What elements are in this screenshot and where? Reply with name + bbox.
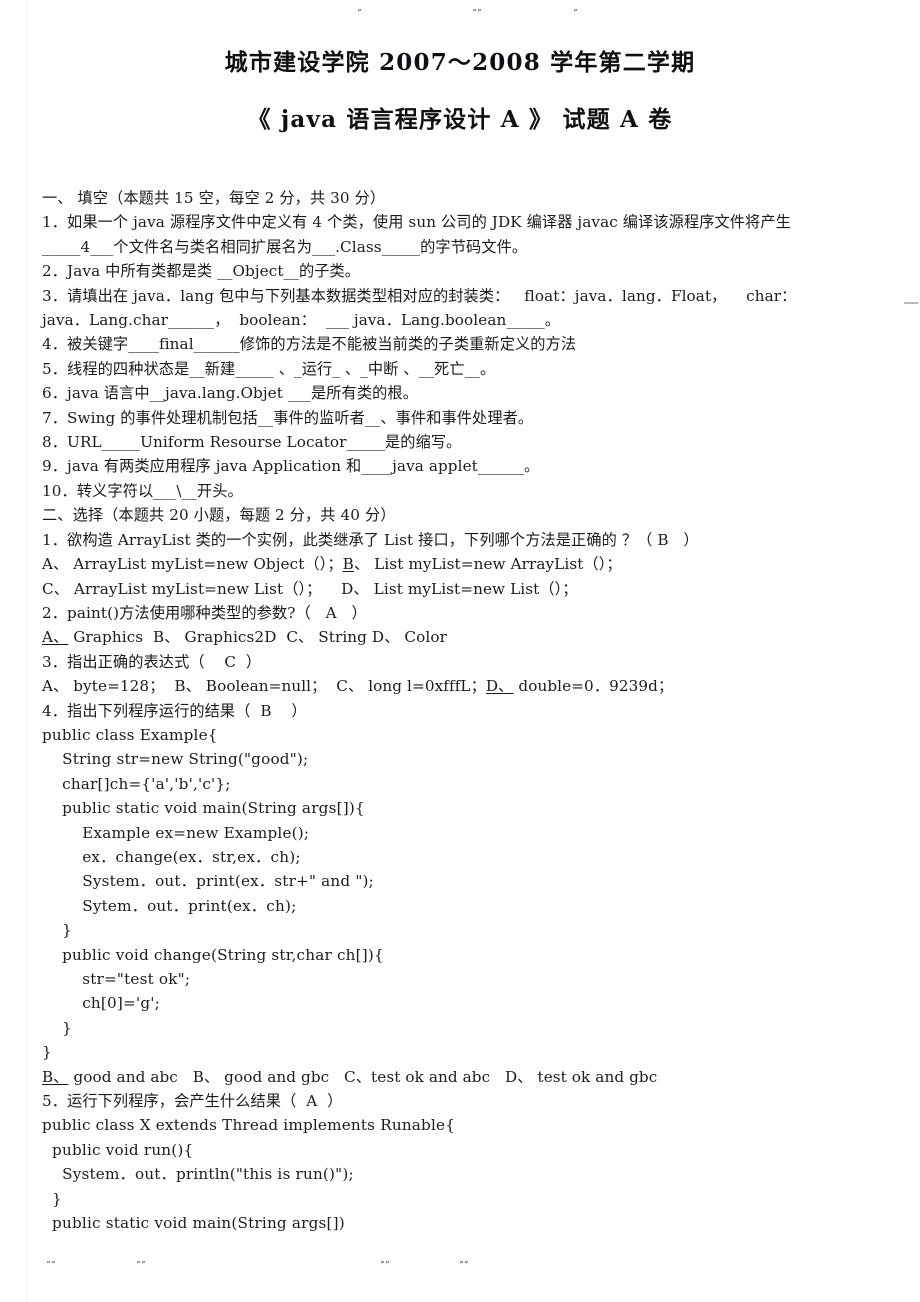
page-title: 城市建设学院 2007～2008 学年第二学期 [224,49,696,76]
mc-question-1-options-line-2: C、 ArrayList myList=new List（）； D、 List … [42,579,578,598]
code-line: public static void main(String args[]){ [42,799,365,818]
code-line: System．out．println("this is run()"); [42,1165,354,1184]
code-line: String str=new String("good"); [42,750,309,769]
code-line: public void run(){ [42,1140,194,1159]
section-one-heading: 一、 填空（本题共 15 空，每空 2 分，共 30 分） [42,189,386,207]
selected-option-letter: A、 [42,628,69,647]
code-line: public static void main(String args[]) [42,1214,345,1233]
mc-question-1-options-line-1: A、 ArrayList myList=new Object（）；B、 List… [42,552,886,576]
scan-artifact-top-3: ˮ [573,9,578,19]
scan-artifact-top-1: ˮ [357,9,362,19]
code-line: } [42,1018,72,1037]
code-line: Example ex=new Example(); [42,823,310,842]
mc-question-4-stem: 4．指出下列程序运行的结果（ B ） [42,701,307,720]
mc-question-2-stem: 2．paint()方法使用哪种类型的参数?（ A ） [42,603,367,622]
code-line: } [42,1043,52,1062]
selected-option-letter: D、 [485,677,514,696]
selected-option-letter: B [342,555,354,574]
code-line: } [42,1189,62,1208]
scan-artifact-bottom-4: ˮˮ [459,1261,469,1271]
fill-blank-item: 7．Swing 的事件处理机制包括__事件的监听者__、事件和事件处理者。 [42,408,534,427]
mc-question-3-options: A、 byte=128； B、 Boolean=null； C、 long l=… [42,674,886,698]
fill-blank-item: 8．URL_____Uniform Resourse Locator_____是… [42,433,462,452]
exam-body: 一、 填空（本题共 15 空，每空 2 分，共 30 分） 1．如果一个 jav… [42,186,886,1235]
option-text: A、 ArrayList myList=new Object（）； [42,555,343,574]
code-line: public class Example{ [42,725,218,744]
page-scan-edge [26,0,27,1302]
code-line: Sytem．out．print(ex．ch); [42,896,297,915]
fill-blank-item: 4．被关键字____final______修饰的方法是不能被当前类的子类重新定义… [42,335,577,354]
code-line: } [42,921,72,940]
selected-option-letter: B、 [42,1067,69,1086]
scan-artifact-bottom-1: ˮˮ [46,1261,56,1271]
mc-question-4-options: B、 good and abc B、 good and gbc C、test o… [42,1065,886,1089]
fill-blank-item: 6．java 语言中__java.lang.Objet ___是所有类的根。 [42,384,418,403]
fill-blank-item: 5．线程的四种状态是__新建_____ 、_运行_ 、_中断 、__死亡__。 [42,359,496,378]
fill-blank-item: _____4___个文件名与类名相同扩展名为___.Class_____的字节码… [42,237,528,256]
option-text: Graphics B、 Graphics2D C、 String D、 Colo… [68,628,447,647]
mc-question-3-stem: 3．指出正确的表达式（ C ） [42,652,262,671]
exam-paper-page: ˮ ˮˮ ˮ 城市建设学院 2007～2008 学年第二学期 《 java 语言… [0,0,920,1302]
code-line: ex．change(ex．str,ex．ch); [42,847,301,866]
fill-blank-item: 2．Java 中所有类都是类 __Object__的子类。 [42,262,361,281]
mc-question-2-options: A、 Graphics B、 Graphics2D C、 String D、 C… [42,625,886,649]
code-line: public class X extends Thread implements… [42,1116,456,1135]
code-line: System．out．print(ex．str+" and "); [42,872,374,891]
scan-artifact-bottom-3: ˮˮ [380,1261,390,1271]
fill-blank-item: 10．转义字符以___\__开头。 [42,481,243,500]
scan-artifact-top-2: ˮˮ [472,9,482,19]
scan-artifact-bottom-2: ˮˮ [136,1261,146,1271]
fill-blank-item: 3．请填出在 java．lang 包中与下列基本数据类型相对应的封装类： flo… [42,286,797,305]
mc-question-1-stem: 1．欲构造 ArrayList 类的一个实例，此类继承了 List 接口，下列哪… [42,530,699,549]
fill-blank-item: java．Lang.char______， boolean： ___ java．… [42,311,561,330]
title-block: 城市建设学院 2007～2008 学年第二学期 《 java 语言程序设计 A … [0,0,920,137]
option-text: good and abc B、 good and gbc C、test ok a… [68,1067,658,1086]
option-text: double=0．9239d； [513,677,674,696]
code-line: ch[0]='g'; [42,994,160,1013]
code-line: str="test ok"; [42,970,191,988]
fill-blank-item: 1．如果一个 java 源程序文件中定义有 4 个类，使用 sun 公司的 JD… [42,213,791,232]
option-text: 、 List myList=new ArrayList（）； [353,555,622,574]
mc-question-5-stem: 5．运行下列程序，会产生什么结果（ A ） [42,1092,343,1111]
option-text: A、 byte=128； B、 Boolean=null； C、 long l=… [42,677,486,696]
code-line: char[]ch={'a','b','c'}; [42,774,231,793]
fill-blank-item: 9．java 有两类应用程序 java Application 和____jav… [42,457,540,476]
page-subtitle: 《 java 语言程序设计 A 》 试题 A 卷 [247,105,673,133]
scan-artifact-right-dash [904,302,918,304]
section-two-heading: 二、选择（本题共 20 小题，每题 2 分，共 40 分） [42,506,396,525]
code-line: public void change(String str,char ch[])… [42,945,384,964]
